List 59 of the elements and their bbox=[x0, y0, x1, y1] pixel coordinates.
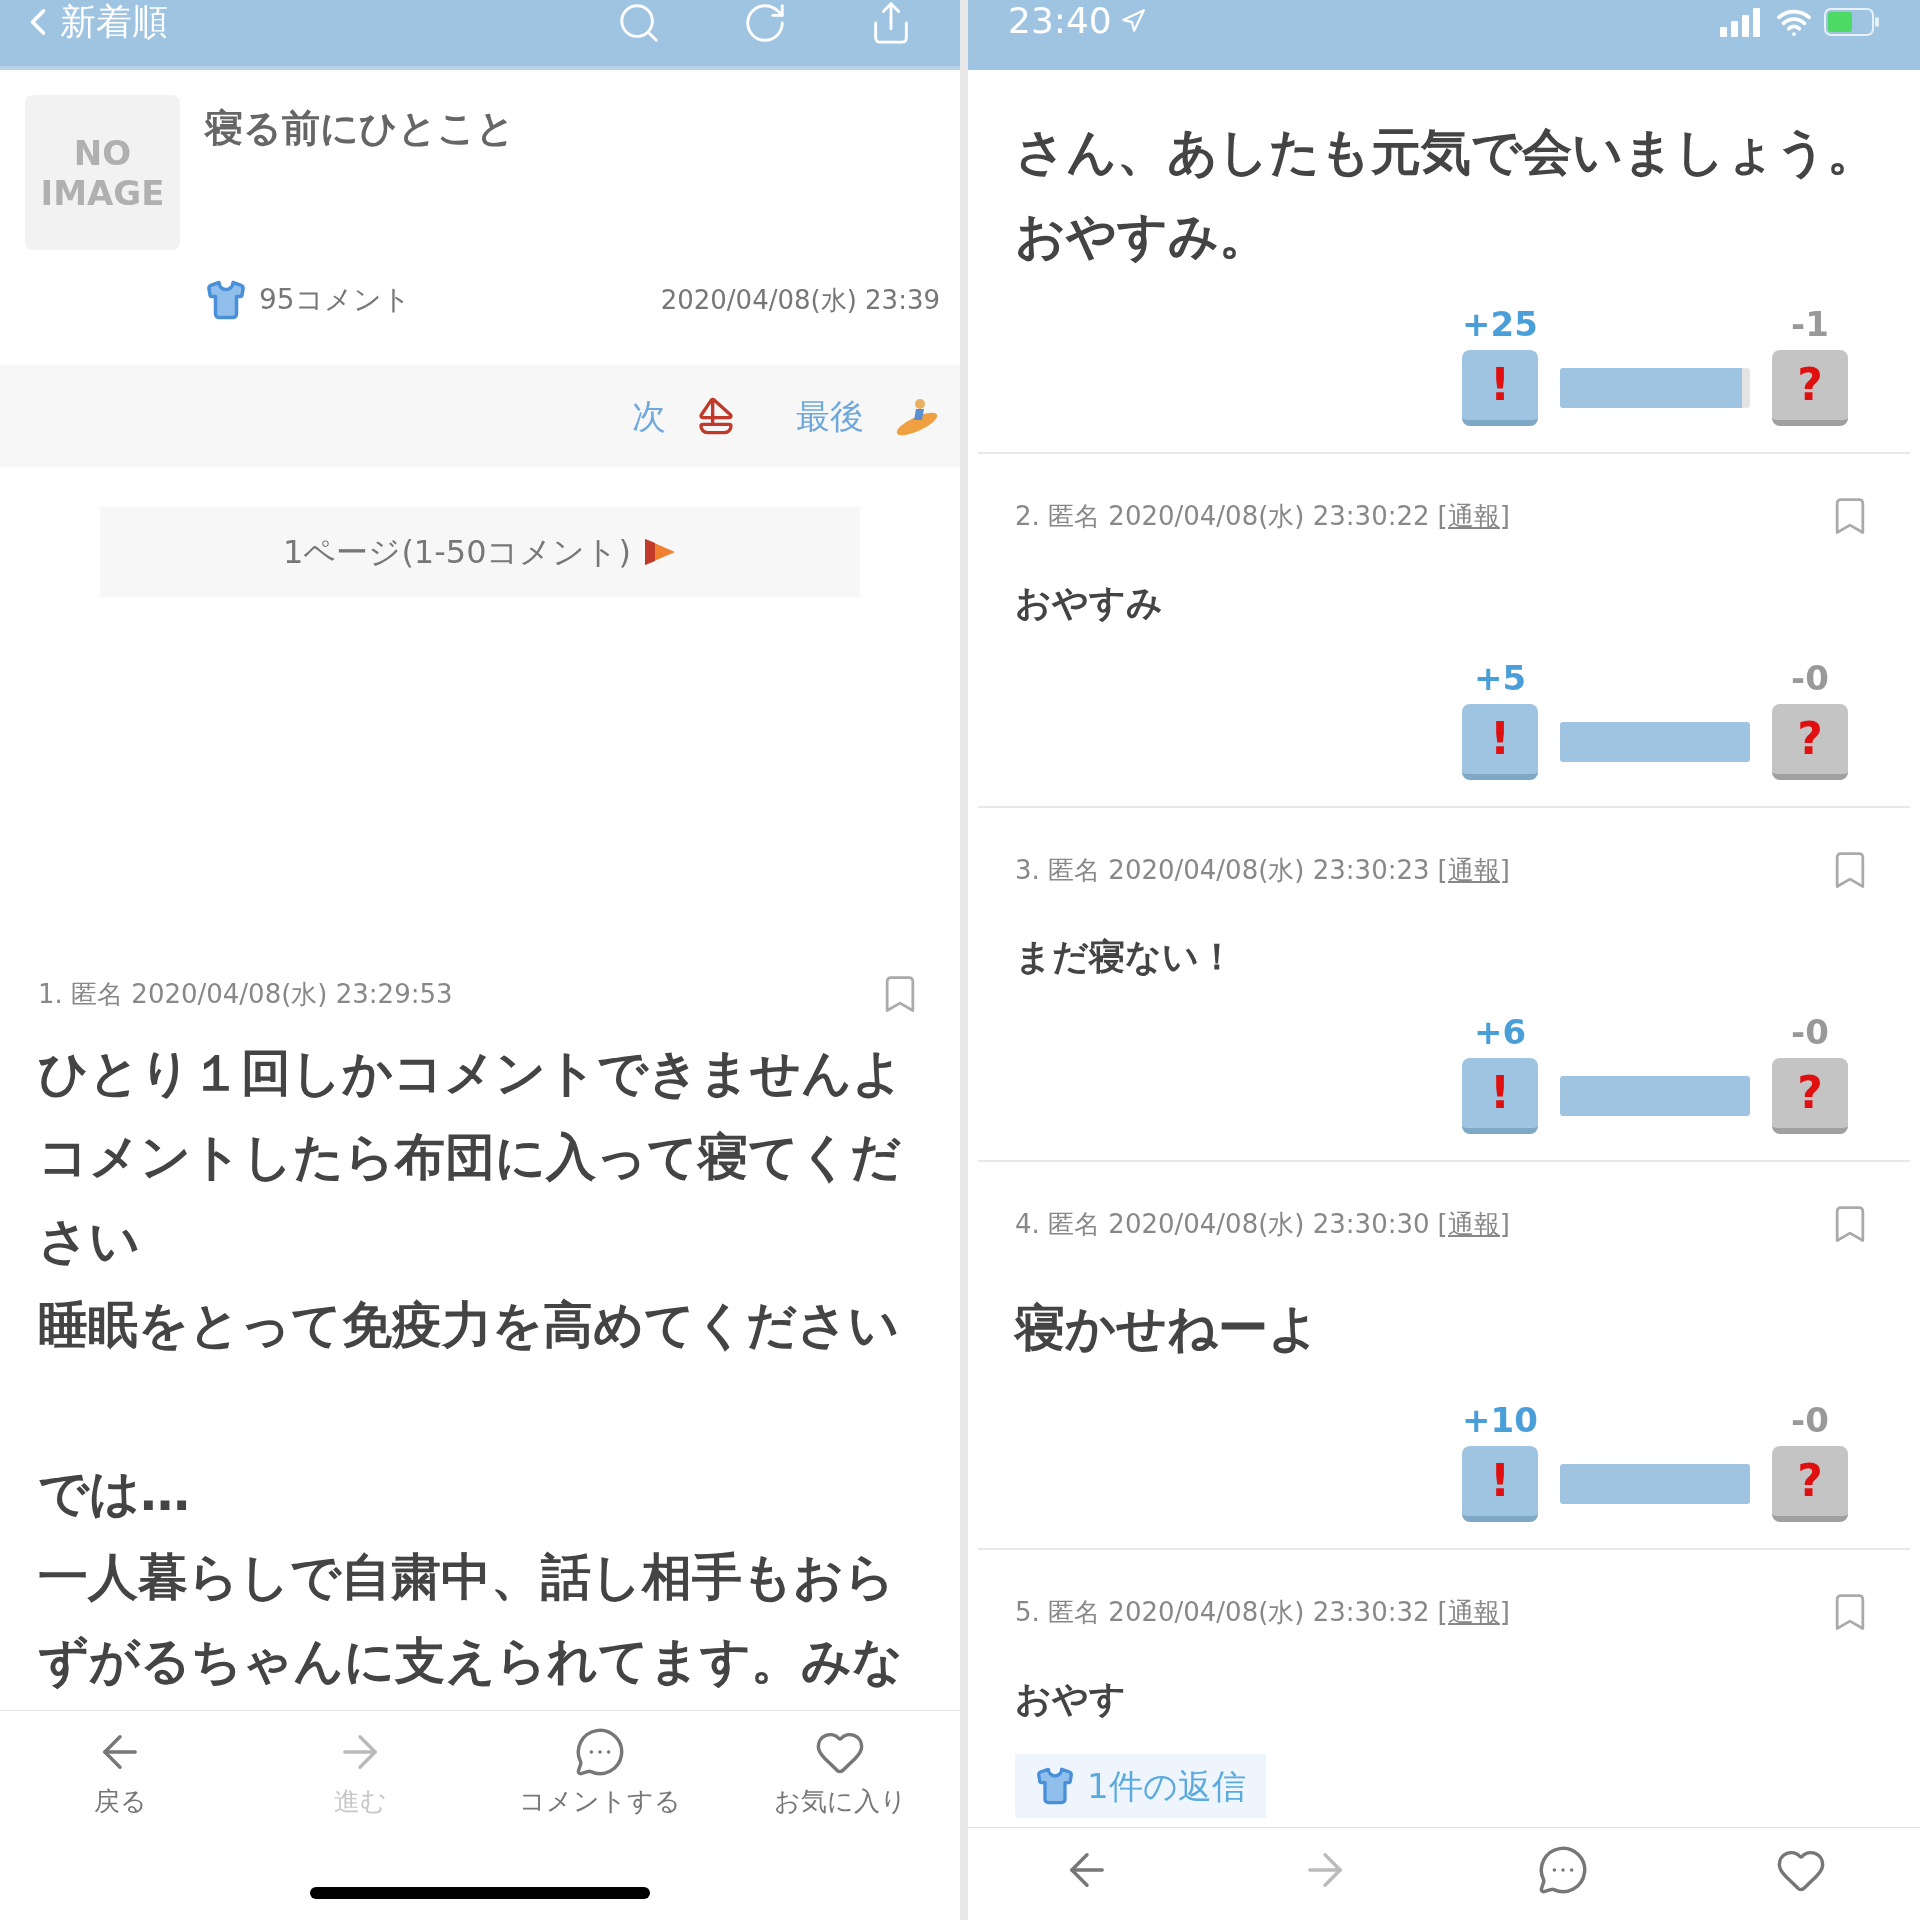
battery-icon bbox=[1824, 8, 1880, 36]
agree-button[interactable]: ! bbox=[1462, 704, 1538, 780]
agree-button[interactable]: ! bbox=[1462, 1446, 1538, 1522]
question-button[interactable]: ? bbox=[1772, 350, 1848, 426]
minus-count: -0 bbox=[1791, 1400, 1829, 1440]
plus-count: +6 bbox=[1473, 1012, 1527, 1052]
replies-button[interactable]: 1件の返信 bbox=[1015, 1754, 1266, 1818]
comment-meta: 5. 匿名 2020/04/08(水) 23:30:32 bbox=[1015, 1596, 1430, 1629]
shirt-icon bbox=[205, 279, 247, 321]
sailboat-icon bbox=[696, 396, 736, 436]
comment-meta: 2. 匿名 2020/04/08(水) 23:30:22 bbox=[1015, 500, 1430, 533]
pager-link[interactable]: 次 bbox=[632, 390, 736, 442]
back-button[interactable]: 新着順 bbox=[16, 0, 168, 44]
comment-text: ひとり１回しかコメントできませんよ bbox=[38, 1043, 903, 1104]
question-button[interactable]: ? bbox=[1772, 1058, 1848, 1134]
comment-text: さん、あしたも元気で会いましょう。 bbox=[1015, 122, 1877, 183]
pager-link[interactable]: 最後 bbox=[796, 390, 940, 442]
comment-text: 一人暮らしで自粛中、話し相手もおら bbox=[38, 1547, 895, 1608]
comment-text: コメントしたら布団に入って寝てください bbox=[38, 1127, 902, 1272]
plus-count: +25 bbox=[1462, 304, 1538, 344]
page-button[interactable]: 1ページ(1-50コメント) bbox=[100, 507, 860, 597]
comment-meta: 3. 匿名 2020/04/08(水) 23:30:23 bbox=[1015, 854, 1430, 887]
speech-bubble-icon bbox=[1537, 1844, 1589, 1896]
report-link[interactable]: [通報] bbox=[1437, 1207, 1510, 1241]
comment-text: ずがるちゃんに支えられてます。みな bbox=[38, 1631, 903, 1692]
report-link[interactable]: [通報] bbox=[1437, 853, 1510, 887]
comment-text: おやす bbox=[1015, 1677, 1126, 1721]
question-button[interactable]: ? bbox=[1772, 704, 1848, 780]
agree-button[interactable]: ! bbox=[1462, 1058, 1538, 1134]
no-image-text: NO IMAGE bbox=[39, 132, 166, 213]
comment-text: まだ寝ない！ bbox=[1015, 935, 1235, 979]
minus-count: -1 bbox=[1791, 304, 1829, 344]
report-link[interactable]: [通報] bbox=[1437, 1595, 1510, 1629]
toolbar-button[interactable]: コメントする bbox=[500, 1726, 700, 1821]
thread-date: 2020/04/08(水) 23:39 bbox=[660, 283, 940, 317]
shirt-icon bbox=[1035, 1766, 1075, 1806]
report-link[interactable]: [通報] bbox=[1437, 499, 1510, 533]
comment-meta: 4. 匿名 2020/04/08(水) 23:30:30 bbox=[1015, 1208, 1430, 1241]
minus-count: -0 bbox=[1791, 658, 1829, 698]
location-arrow-icon bbox=[1119, 8, 1146, 34]
pennant-icon bbox=[642, 537, 677, 567]
minus-count: -0 bbox=[1791, 1012, 1829, 1052]
comment-meta: 1. 匿名 2020/04/08(水) 23:29:53 bbox=[38, 977, 453, 1011]
comment-text: では… bbox=[38, 1463, 190, 1524]
comment-text: 睡眠をとって免疫力を高めてください bbox=[38, 1295, 899, 1356]
toolbar-button[interactable]: 戻る bbox=[20, 1726, 220, 1821]
plus-count: +10 bbox=[1462, 1400, 1538, 1440]
comment-text: おやすみ。 bbox=[1015, 206, 1269, 267]
surfboard-icon bbox=[894, 396, 940, 436]
thread-title: 寝る前にひとこと bbox=[205, 105, 515, 152]
plus-count: +5 bbox=[1473, 658, 1527, 698]
agree-button[interactable]: ! bbox=[1462, 350, 1538, 426]
comment-text: おやすみ bbox=[1015, 581, 1163, 625]
status-time: 23:40 bbox=[1008, 0, 1112, 42]
question-button[interactable]: ? bbox=[1772, 1446, 1848, 1522]
comment-count: 95コメント bbox=[259, 282, 411, 318]
comment-text: 寝かせねーよ bbox=[1015, 1298, 1319, 1359]
toolbar-button[interactable]: お気に入り bbox=[740, 1726, 940, 1821]
speech-bubble-icon bbox=[574, 1726, 626, 1778]
